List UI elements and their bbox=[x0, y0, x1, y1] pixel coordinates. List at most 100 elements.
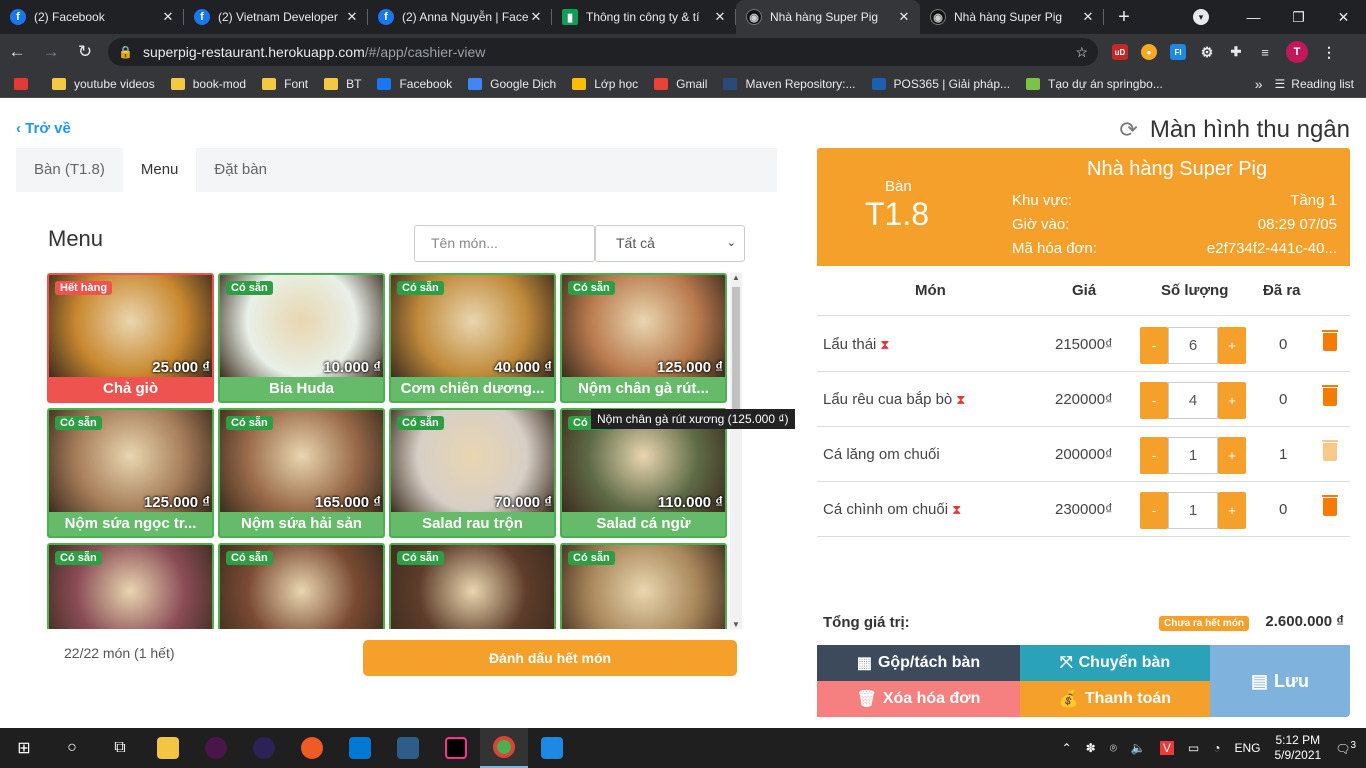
quantity-field[interactable]: 1 bbox=[1168, 492, 1218, 529]
category-select[interactable]: Tất cả ⌄ bbox=[595, 225, 745, 262]
decrease-button[interactable]: - bbox=[1140, 382, 1168, 419]
browser-tab[interactable]: ◉ Nhà hàng Super Pig ✕ bbox=[736, 0, 920, 34]
vivaldi-icon[interactable]: V bbox=[1159, 741, 1174, 755]
close-tab-icon[interactable]: ✕ bbox=[712, 9, 728, 25]
close-tab-icon[interactable]: ✕ bbox=[344, 9, 360, 25]
new-tab-button[interactable]: + bbox=[1110, 6, 1138, 29]
back-link[interactable]: ‹ Trở về bbox=[16, 120, 71, 137]
photos-icon[interactable] bbox=[528, 728, 576, 768]
clock[interactable]: 5:12 PM 5/9/2021 bbox=[1274, 733, 1321, 763]
browser-tab[interactable]: f (2) Facebook ✕ bbox=[0, 0, 184, 34]
bookmark-item[interactable]: Font bbox=[262, 77, 308, 91]
url-input[interactable]: 🔒 superpig-restaurant.herokuapp.com /#/a… bbox=[108, 38, 1098, 66]
camera-icon[interactable]: ⌾ bbox=[1110, 741, 1117, 756]
menu-item-card[interactable]: Có sẵn bbox=[218, 543, 385, 629]
eclipse-icon[interactable] bbox=[240, 728, 288, 768]
menu-item-card[interactable]: Có sẵn bbox=[560, 543, 727, 629]
pay-button[interactable]: 💰 Thanh toán bbox=[1020, 681, 1210, 717]
save-button[interactable]: ▤ Lưu bbox=[1210, 645, 1350, 717]
reading-list[interactable]: ☰ Reading list bbox=[1275, 77, 1354, 91]
bookmark-item[interactable]: Facebook bbox=[377, 77, 452, 91]
chevron-up-icon[interactable]: ⌃ bbox=[1062, 741, 1072, 755]
browser-tab[interactable]: ▮ Thông tin công ty & tí ✕ bbox=[552, 0, 736, 34]
menu-item-card[interactable]: Có sẵn 70.000 ₫ Salad rau trộn bbox=[389, 408, 556, 538]
vscode-icon[interactable] bbox=[336, 728, 384, 768]
kebab-menu-icon[interactable]: ⋮ bbox=[1321, 44, 1337, 60]
postman-icon[interactable] bbox=[288, 728, 336, 768]
bookmark-item[interactable]: BT bbox=[324, 77, 361, 91]
trash-icon[interactable] bbox=[1322, 385, 1338, 406]
scroll-down-icon[interactable]: ▼ bbox=[730, 620, 742, 629]
bookmark-item[interactable]: Google Dịch bbox=[468, 77, 556, 91]
increase-button[interactable]: + bbox=[1218, 437, 1246, 474]
wifi-icon[interactable]: ◔ bbox=[1213, 741, 1220, 755]
tab-table[interactable]: Bàn (T1.8) bbox=[16, 148, 123, 192]
tab-reservation[interactable]: Đặt bàn bbox=[196, 148, 285, 192]
browser-tab[interactable]: ◉ Nhà hàng Super Pig ✕ bbox=[920, 0, 1104, 34]
volume-icon[interactable]: 🔈 bbox=[1131, 741, 1146, 755]
bookmark-item[interactable]: youtube videos bbox=[52, 77, 155, 91]
trash-icon[interactable] bbox=[1322, 330, 1338, 351]
menu-item-card[interactable]: Có sẵn bbox=[389, 543, 556, 629]
quantity-field[interactable]: 1 bbox=[1168, 437, 1218, 474]
menu-item-card[interactable]: Có sẵn 40.000 ₫ Cơm chiên dương... bbox=[389, 273, 556, 403]
close-window-button[interactable]: ✕ bbox=[1321, 9, 1366, 26]
notification-icon[interactable]: 🗨3 bbox=[1335, 740, 1356, 756]
bookmark-item[interactable]: Gmail bbox=[654, 77, 707, 91]
menu-scrollbar[interactable]: ▲ ▼ bbox=[730, 273, 742, 629]
reload-icon[interactable]: ↻ bbox=[68, 42, 102, 62]
quantity-field[interactable]: 4 bbox=[1168, 382, 1218, 419]
bookmark-star-icon[interactable]: ☆ bbox=[1075, 44, 1088, 61]
close-tab-icon[interactable]: ✕ bbox=[528, 9, 544, 25]
bookmark-youtube[interactable] bbox=[14, 77, 36, 90]
increase-button[interactable]: + bbox=[1218, 382, 1246, 419]
close-tab-icon[interactable]: ✕ bbox=[160, 9, 176, 25]
forward-nav-icon[interactable]: → bbox=[34, 42, 68, 62]
menu-item-card[interactable]: Có sẵn 125.000 ₫ Nộm sứa ngọc tr... bbox=[47, 408, 214, 538]
back-nav-icon[interactable]: ← bbox=[0, 42, 34, 62]
bookmark-item[interactable]: Tạo dự án springbo... bbox=[1026, 77, 1163, 91]
file-explorer-icon[interactable] bbox=[144, 728, 192, 768]
trash-icon[interactable] bbox=[1322, 495, 1338, 516]
bookmarks-more-icon[interactable]: » bbox=[1255, 76, 1263, 92]
quantity-field[interactable]: 6 bbox=[1168, 327, 1218, 364]
menu-item-card[interactable]: Có sẵn 10.000 ₫ Bia Huda bbox=[218, 273, 385, 403]
scroll-up-icon[interactable]: ▲ bbox=[730, 273, 742, 282]
bookmark-item[interactable]: Maven Repository:... bbox=[723, 77, 856, 91]
settings-gear-icon[interactable]: ⚙ bbox=[1199, 44, 1215, 60]
slack-icon[interactable] bbox=[192, 728, 240, 768]
menu-item-card[interactable]: Hết hàng 25.000 ₫ Chả giò bbox=[47, 273, 214, 403]
delete-invoice-button[interactable]: 🗑 Xóa hóa đơn bbox=[817, 681, 1020, 717]
menu-item-card[interactable]: Có sẵn bbox=[47, 543, 214, 629]
decrease-button[interactable]: - bbox=[1140, 437, 1168, 474]
extension-round-icon[interactable]: ● bbox=[1141, 44, 1157, 60]
mysql-workbench-icon[interactable] bbox=[384, 728, 432, 768]
tab-search-icon[interactable]: ▾ bbox=[1193, 9, 1209, 25]
chrome-icon[interactable] bbox=[480, 728, 528, 768]
search-input[interactable]: Tên món... bbox=[414, 225, 595, 262]
merge-split-button[interactable]: ▦ Gộp/tách bàn bbox=[817, 645, 1020, 681]
increase-button[interactable]: + bbox=[1218, 327, 1246, 364]
menu-item-card[interactable]: Có sẵn 125.000 ₫ Nộm chân gà rút... bbox=[560, 273, 727, 403]
search-icon[interactable]: ○ bbox=[48, 728, 96, 768]
close-tab-icon[interactable]: ✕ bbox=[896, 9, 912, 25]
close-tab-icon[interactable]: ✕ bbox=[1080, 9, 1096, 25]
browser-tab[interactable]: f (2) Anna Nguyễn | Face ✕ bbox=[368, 0, 552, 34]
move-table-button[interactable]: ⤧ Chuyển bàn bbox=[1020, 645, 1210, 681]
bookmark-item[interactable]: POS365 | Giải pháp... bbox=[871, 77, 1010, 91]
refresh-icon[interactable]: ⟳ bbox=[1119, 117, 1137, 143]
minimize-button[interactable]: — bbox=[1231, 9, 1276, 25]
tray-app-icon[interactable]: ✽ bbox=[1086, 741, 1096, 755]
menu-item-card[interactable]: Có sẵn 165.000 ₫ Nộm sứa hải sản bbox=[218, 408, 385, 538]
task-view-icon[interactable]: ⧉ bbox=[96, 728, 144, 768]
network-icon[interactable]: ▭ bbox=[1188, 741, 1199, 755]
avatar[interactable]: T bbox=[1286, 41, 1308, 63]
scroll-thumb[interactable] bbox=[732, 287, 740, 427]
intellij-icon[interactable] bbox=[432, 728, 480, 768]
increase-button[interactable]: + bbox=[1218, 492, 1246, 529]
mark-sold-out-button[interactable]: Đánh dấu hết món bbox=[363, 640, 737, 676]
media-queue-icon[interactable]: ≡ bbox=[1257, 44, 1273, 60]
bookmark-item[interactable]: book-mod bbox=[170, 77, 246, 91]
tab-menu[interactable]: Menu bbox=[122, 148, 197, 192]
bookmark-item[interactable]: Lớp học bbox=[572, 77, 638, 91]
